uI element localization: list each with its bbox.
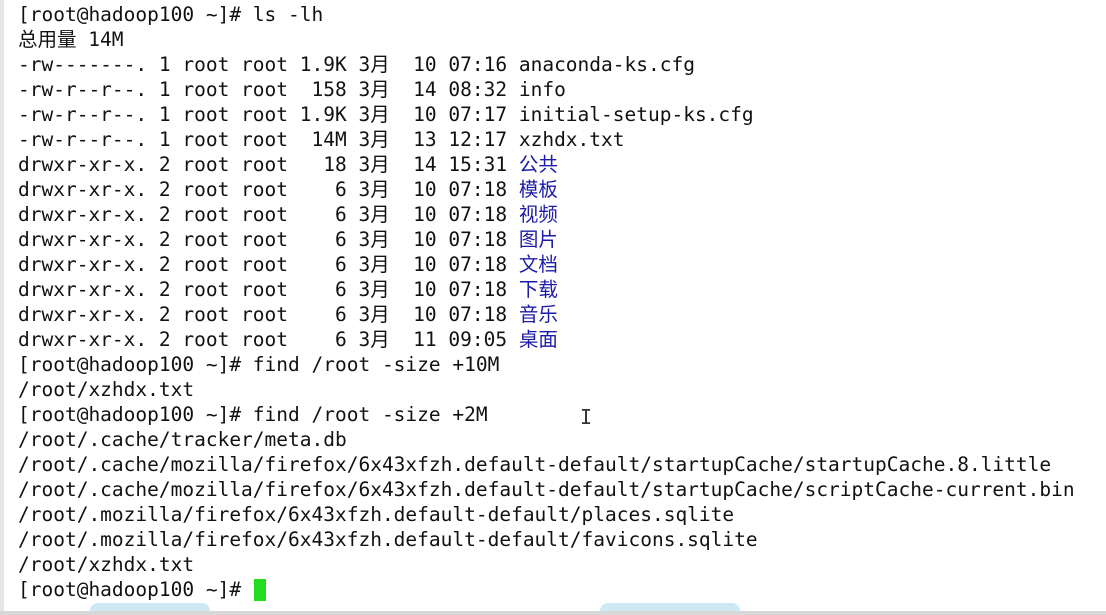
terminal-line: -rw-------. 1 root root 1.9K 3月 10 07:16… bbox=[18, 52, 1075, 77]
terminal-line: 总用量 14M bbox=[18, 27, 1075, 52]
terminal-line: [root@hadoop100 ~]# find /root -size +2M bbox=[18, 402, 1075, 427]
directory-name: 视频 bbox=[518, 203, 558, 226]
line-text: [root@hadoop100 ~]# ls -lh bbox=[18, 3, 324, 26]
line-text: [root@hadoop100 ~]# find /root -size +2M bbox=[18, 403, 488, 426]
terminal-line: /root/.mozilla/firefox/6x43xfzh.default-… bbox=[18, 527, 1075, 552]
line-text: [root@hadoop100 ~]# bbox=[18, 578, 253, 601]
directory-name: 音乐 bbox=[518, 303, 558, 326]
directory-name: 公共 bbox=[518, 153, 558, 176]
line-text: -rw-------. 1 root root 1.9K 3月 10 07:16 bbox=[18, 53, 519, 76]
terminal-line: drwxr-xr-x. 2 root root 6 3月 10 07:18 音乐 bbox=[18, 302, 1075, 327]
line-text: drwxr-xr-x. 2 root root 6 3月 10 07:18 bbox=[18, 203, 519, 226]
line-text: drwxr-xr-x. 2 root root 18 3月 14 15:31 bbox=[18, 153, 519, 176]
directory-name: 模板 bbox=[518, 178, 558, 201]
file-name: info bbox=[518, 78, 566, 101]
line-text: [root@hadoop100 ~]# find /root -size +10… bbox=[18, 353, 500, 376]
line-text: /root/.cache/mozilla/firefox/6x43xfzh.de… bbox=[18, 453, 1052, 476]
window-left-border bbox=[0, 0, 4, 615]
terminal-line: drwxr-xr-x. 2 root root 6 3月 10 07:18 下载 bbox=[18, 277, 1075, 302]
background-decoration bbox=[90, 603, 210, 611]
line-text: /root/.mozilla/firefox/6x43xfzh.default-… bbox=[18, 528, 758, 551]
terminal-line: [root@hadoop100 ~]# bbox=[18, 577, 1075, 602]
terminal-line: /root/.cache/tracker/meta.db bbox=[18, 427, 1075, 452]
terminal-line: /root/.cache/mozilla/firefox/6x43xfzh.de… bbox=[18, 477, 1075, 502]
file-name: initial-setup-ks.cfg bbox=[518, 103, 754, 126]
line-text: -rw-r--r--. 1 root root 158 3月 14 08:32 bbox=[18, 78, 519, 101]
terminal-line: drwxr-xr-x. 2 root root 6 3月 10 07:18 文档 bbox=[18, 252, 1075, 277]
line-text: drwxr-xr-x. 2 root root 6 3月 10 07:18 bbox=[18, 278, 519, 301]
terminal-cursor bbox=[253, 579, 266, 601]
terminal-line: /root/.mozilla/firefox/6x43xfzh.default-… bbox=[18, 502, 1075, 527]
line-text: drwxr-xr-x. 2 root root 6 3月 10 07:18 bbox=[18, 253, 519, 276]
line-text: drwxr-xr-x. 2 root root 6 3月 10 07:18 bbox=[18, 228, 519, 251]
terminal-output[interactable]: [root@hadoop100 ~]# ls -lh 总用量 14M -rw----… bbox=[18, 2, 1075, 602]
terminal-line: -rw-r--r--. 1 root root 1.9K 3月 10 07:17… bbox=[18, 102, 1075, 127]
terminal-line: drwxr-xr-x. 2 root root 6 3月 11 09:05 桌面 bbox=[18, 327, 1075, 352]
file-name: anaconda-ks.cfg bbox=[518, 53, 695, 76]
directory-name: 文档 bbox=[518, 253, 558, 276]
terminal-line: drwxr-xr-x. 2 root root 6 3月 10 07:18 模板 bbox=[18, 177, 1075, 202]
line-text: 总用量 14M bbox=[18, 28, 124, 51]
terminal-line: drwxr-xr-x. 2 root root 6 3月 10 07:18 图片 bbox=[18, 227, 1075, 252]
window-bottom-border bbox=[0, 611, 1106, 615]
terminal-line: -rw-r--r--. 1 root root 14M 3月 13 12:17 … bbox=[18, 127, 1075, 152]
directory-name: 桌面 bbox=[518, 328, 558, 351]
terminal-line: /root/.cache/mozilla/firefox/6x43xfzh.de… bbox=[18, 452, 1075, 477]
terminal-line: [root@hadoop100 ~]# ls -lh bbox=[18, 2, 1075, 27]
terminal-line: /root/xzhdx.txt bbox=[18, 552, 1075, 577]
line-text: /root/.cache/mozilla/firefox/6x43xfzh.de… bbox=[18, 478, 1075, 501]
terminal-line: /root/xzhdx.txt bbox=[18, 377, 1075, 402]
text-cursor-ibeam-icon: I bbox=[580, 405, 593, 429]
line-text: -rw-r--r--. 1 root root 14M 3月 13 12:17 bbox=[18, 128, 519, 151]
line-text: /root/.cache/tracker/meta.db bbox=[18, 428, 347, 451]
line-text: /root/.mozilla/firefox/6x43xfzh.default-… bbox=[18, 503, 735, 526]
terminal-line: drwxr-xr-x. 2 root root 6 3月 10 07:18 视频 bbox=[18, 202, 1075, 227]
line-text: drwxr-xr-x. 2 root root 6 3月 11 09:05 bbox=[18, 328, 519, 351]
directory-name: 下载 bbox=[518, 278, 558, 301]
terminal-line: [root@hadoop100 ~]# find /root -size +10… bbox=[18, 352, 1075, 377]
line-text: /root/xzhdx.txt bbox=[18, 378, 195, 401]
terminal-line: -rw-r--r--. 1 root root 158 3月 14 08:32 … bbox=[18, 77, 1075, 102]
background-decoration bbox=[600, 603, 740, 611]
line-text: -rw-r--r--. 1 root root 1.9K 3月 10 07:17 bbox=[18, 103, 519, 126]
line-text: drwxr-xr-x. 2 root root 6 3月 10 07:18 bbox=[18, 178, 519, 201]
directory-name: 图片 bbox=[518, 228, 558, 251]
file-name: xzhdx.txt bbox=[518, 128, 625, 151]
terminal-line: drwxr-xr-x. 2 root root 18 3月 14 15:31 公… bbox=[18, 152, 1075, 177]
line-text: drwxr-xr-x. 2 root root 6 3月 10 07:18 bbox=[18, 303, 519, 326]
line-text: /root/xzhdx.txt bbox=[18, 553, 195, 576]
